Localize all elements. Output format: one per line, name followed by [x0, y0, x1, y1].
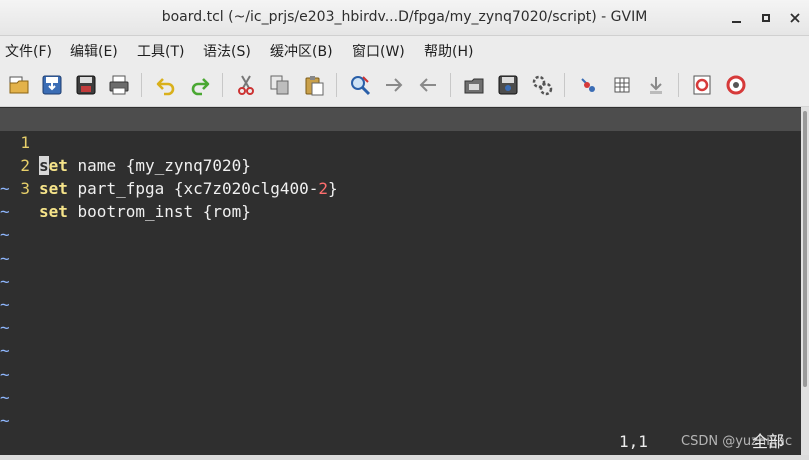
empty-line-tilde: ~	[0, 387, 10, 407]
menu-edit[interactable]: 编辑(E)	[70, 41, 118, 61]
toolbar-separator	[141, 73, 142, 97]
print-icon	[109, 75, 129, 95]
keyword-set: set	[39, 202, 68, 221]
minimize-button[interactable]	[726, 8, 746, 28]
empty-line-tilde: ~	[0, 295, 10, 314]
code-rest: part_fpga {xc7z020clg400-	[67, 179, 319, 198]
menu-buffers[interactable]: 缓冲区(B)	[270, 41, 333, 61]
watermark: CSDN @yuzhijiac	[681, 434, 793, 449]
find-help-icon	[726, 75, 746, 95]
save-download-icon	[42, 75, 62, 95]
empty-line-tilde: ~	[0, 341, 10, 361]
undo-icon	[156, 78, 175, 96]
find-next-icon	[386, 78, 403, 92]
save-all-icon	[76, 75, 96, 95]
redo-button[interactable]	[188, 73, 212, 97]
toolbar-separator	[222, 73, 223, 97]
code-line[interactable]: 1 set name {my_zynq7020}	[0, 108, 801, 175]
cursor-position: 1,1	[619, 432, 648, 451]
vertical-scrollbar[interactable]	[801, 107, 809, 460]
code-rest: }	[328, 179, 338, 198]
menu-help[interactable]: 帮助(H)	[424, 41, 473, 61]
menu-syntax[interactable]: 语法(S)	[203, 41, 251, 61]
copy-button[interactable]	[268, 73, 292, 97]
tag-jump-icon	[650, 77, 662, 94]
title-bar[interactable]: board.tcl (~/ic_prjs/e203_hbirdv...D/fpg…	[0, 0, 809, 36]
paste-button[interactable]	[302, 73, 326, 97]
help-icon	[693, 75, 711, 95]
code-line[interactable]: 2 set part_fpga {xc7z020clg400-2}	[0, 131, 801, 198]
find-previous-button[interactable]	[416, 73, 440, 97]
save-button[interactable]	[40, 73, 64, 97]
run-script-icon	[532, 75, 553, 96]
minimize-icon	[731, 21, 741, 23]
close-button[interactable]	[785, 8, 805, 28]
find-replace-icon	[351, 76, 371, 96]
tag-jump-button[interactable]	[644, 73, 668, 97]
find-next-button[interactable]	[382, 73, 406, 97]
run-script-button[interactable]	[530, 73, 554, 97]
toolbar-separator	[336, 73, 337, 97]
empty-line-tilde: ~	[0, 364, 10, 384]
editor-area[interactable]: 1 set name {my_zynq7020} 2 set part_fpga…	[0, 107, 801, 460]
find-help-button[interactable]	[724, 73, 748, 97]
menu-window[interactable]: 窗口(W)	[352, 41, 405, 61]
load-session-button[interactable]	[462, 73, 486, 97]
paste-icon	[305, 76, 324, 96]
make-icon	[581, 78, 595, 92]
code-line[interactable]: 3 set bootrom_inst {rom}	[0, 154, 801, 221]
save-session-icon	[498, 75, 518, 95]
number-literal: 2	[318, 179, 328, 198]
load-session-icon	[464, 78, 484, 94]
toolbar-separator	[450, 73, 451, 97]
open-button[interactable]	[7, 73, 31, 97]
code-rest: bootrom_inst {rom}	[67, 202, 251, 221]
copy-icon	[270, 75, 289, 95]
scroll-thumb[interactable]	[803, 111, 807, 387]
close-icon	[790, 13, 800, 23]
print-button[interactable]	[107, 73, 131, 97]
cut-button[interactable]	[234, 73, 258, 97]
code-text: set part_fpga {xc7z020clg400-2}	[39, 177, 338, 200]
empty-line-tilde: ~	[0, 248, 10, 268]
maximize-button[interactable]	[756, 8, 776, 28]
empty-line-tilde: ~	[0, 179, 10, 198]
make-button[interactable]	[576, 73, 600, 97]
gvim-window: board.tcl (~/ic_prjs/e203_hbirdv...D/fpg…	[0, 0, 809, 460]
save-all-button[interactable]	[74, 73, 98, 97]
find-replace-button[interactable]	[348, 73, 372, 97]
redo-icon	[191, 78, 210, 96]
empty-line-tilde: ~	[0, 225, 10, 245]
undo-button[interactable]	[154, 73, 178, 97]
menu-tools[interactable]: 工具(T)	[137, 41, 184, 61]
menu-bar: 文件(F) 编辑(E) 工具(T) 语法(S) 缓冲区(B) 窗口(W) 帮助(…	[0, 36, 809, 63]
toolbar-separator	[564, 73, 565, 97]
toolbar	[0, 63, 809, 107]
open-folder-icon	[9, 76, 29, 94]
cut-icon	[238, 75, 254, 95]
code-text: set bootrom_inst {rom}	[39, 200, 251, 223]
shell-button[interactable]	[610, 73, 634, 97]
help-button[interactable]	[690, 73, 714, 97]
empty-line-tilde: ~	[0, 318, 10, 338]
find-previous-icon	[419, 78, 436, 92]
maximize-icon	[762, 14, 770, 22]
toolbar-separator	[678, 73, 679, 97]
empty-line-tilde: ~	[0, 202, 10, 222]
horizontal-scrollbar[interactable]	[0, 455, 809, 460]
empty-line-tilde: ~	[0, 271, 10, 291]
menu-file[interactable]: 文件(F)	[5, 41, 52, 61]
window-title: board.tcl (~/ic_prjs/e203_hbirdv...D/fpg…	[161, 9, 648, 25]
save-session-button[interactable]	[496, 73, 520, 97]
shell-table-icon	[614, 77, 630, 93]
